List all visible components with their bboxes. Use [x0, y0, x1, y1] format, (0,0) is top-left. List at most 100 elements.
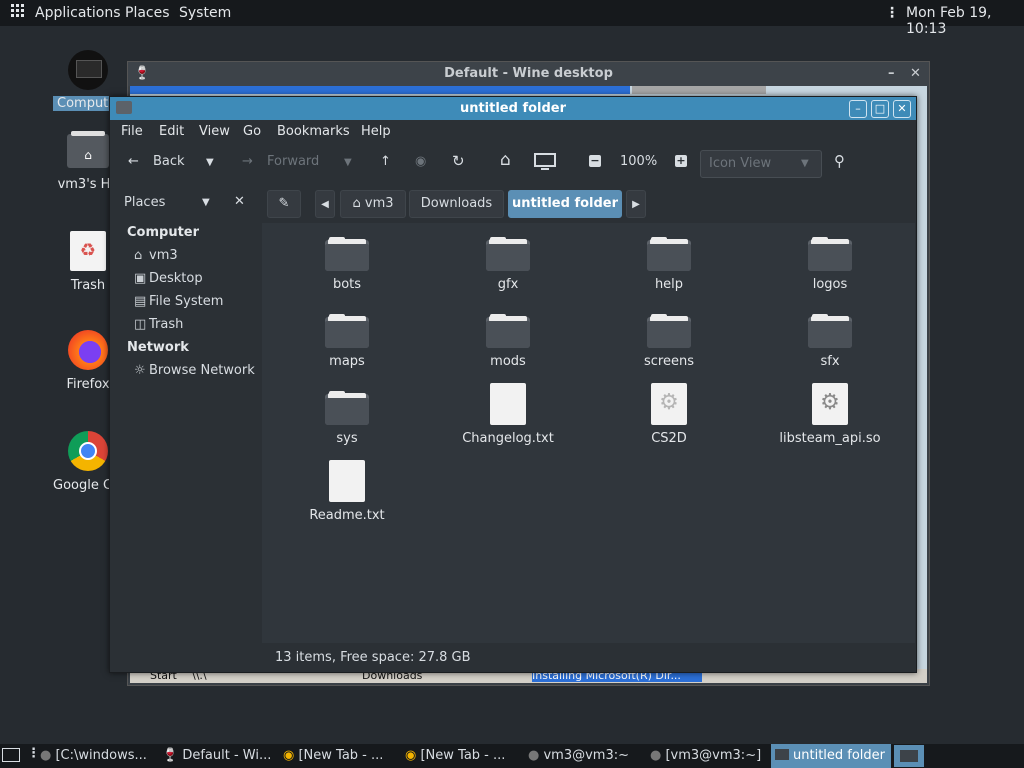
maximize-icon[interactable]: □	[871, 100, 889, 118]
folder-item-mods[interactable]: mods	[438, 314, 578, 369]
chevron-down-icon[interactable]: ▼	[202, 197, 210, 208]
chrome-icon	[68, 431, 108, 471]
sidebar-item-label: Desktop	[149, 271, 203, 286]
file-name: gfx	[497, 277, 519, 292]
taskbar-item-active[interactable]: untitled folder	[771, 744, 891, 768]
breadcrumb-vm3[interactable]: ⌂ vm3	[340, 190, 406, 218]
taskbar-item[interactable]: ● vm3@vm3:~	[528, 744, 645, 768]
file-item-readme[interactable]: Readme.txt	[277, 460, 417, 523]
workspace-switcher[interactable]	[894, 745, 924, 767]
home-icon[interactable]: ⌂	[500, 150, 511, 170]
folder-item-logos[interactable]: logos	[760, 237, 900, 292]
menu-view[interactable]: View	[199, 124, 230, 139]
menu-go[interactable]: Go	[243, 124, 261, 139]
taskbar-item[interactable]: ◉ [New Tab - ...	[283, 744, 400, 768]
grid-icon[interactable]	[11, 4, 25, 22]
menu-edit[interactable]: Edit	[159, 124, 184, 139]
forward-button: Forward	[267, 154, 320, 169]
reload-icon[interactable]: ↻	[452, 152, 465, 170]
file-manager-window[interactable]: untitled folder – □ ✕ File Edit View Go …	[109, 96, 917, 673]
computer-icon[interactable]	[534, 153, 556, 175]
folder-item-bots[interactable]: bots	[277, 237, 417, 292]
taskbar-label: [New Tab - ...	[420, 748, 506, 763]
menu-bookmarks[interactable]: Bookmarks	[277, 124, 350, 139]
file-item-cs2d[interactable]: ⚙ CS2D	[599, 383, 739, 446]
places-selector[interactable]: Places	[124, 195, 165, 210]
search-icon[interactable]: ⚲	[834, 152, 845, 170]
breadcrumb-left-arrow[interactable]: ◀	[315, 190, 335, 218]
edit-location-button[interactable]: ✎	[267, 190, 301, 218]
places-label: Places	[124, 195, 166, 210]
folder-item-gfx[interactable]: gfx	[438, 237, 578, 292]
file-view[interactable]: bots gfx help logos maps mods screens sf…	[262, 223, 915, 643]
clock[interactable]: Mon Feb 19, 10:13	[906, 5, 1024, 37]
folder-icon	[325, 237, 369, 271]
file-name: sys	[336, 431, 358, 446]
minimize-icon[interactable]: –	[849, 100, 867, 118]
zoom-in-icon[interactable]: +	[675, 155, 687, 167]
menu-places[interactable]: Places	[125, 5, 170, 21]
menu-applications[interactable]: Applications	[35, 5, 121, 21]
menu-system[interactable]: System	[179, 5, 231, 21]
home-folder-icon: ⌂	[67, 131, 109, 168]
taskbar-item[interactable]: ◉ [New Tab - ...	[405, 744, 522, 768]
zoom-out-icon[interactable]: −	[589, 155, 601, 167]
taskbar-item[interactable]: ● [vm3@vm3:~]	[650, 744, 767, 768]
breadcrumb-downloads[interactable]: Downloads	[409, 190, 504, 218]
close-icon[interactable]: ✕	[910, 62, 921, 86]
desktop-icon: ▣	[134, 271, 147, 286]
kebab-menu-icon[interactable]: ⋮	[885, 5, 899, 21]
taskbar-item[interactable]: ● [C:\windows...	[40, 744, 158, 768]
status-text: 13 items, Free space: 27.8 GB	[275, 650, 471, 665]
file-name: CS2D	[651, 431, 687, 446]
wine-titlebar[interactable]: 🍷 Default - Wine desktop – ✕	[128, 62, 929, 86]
chevron-down-icon: ▼	[801, 158, 809, 169]
folder-item-help[interactable]: help	[599, 237, 739, 292]
view-mode-select[interactable]: Icon View ▼	[700, 150, 822, 178]
breadcrumb-label: untitled folder	[511, 196, 619, 211]
close-icon[interactable]: ✕	[234, 194, 245, 209]
file-name: help	[654, 277, 684, 292]
chevron-down-icon[interactable]: ▼	[206, 157, 214, 168]
chevron-right-icon: ▶	[632, 199, 640, 210]
breadcrumb-right-arrow[interactable]: ▶	[626, 190, 646, 218]
file-name: bots	[332, 277, 362, 292]
folder-item-screens[interactable]: screens	[599, 314, 739, 369]
folder-icon	[775, 749, 789, 760]
up-arrow-icon[interactable]: ↑	[380, 154, 391, 169]
minimize-icon[interactable]: –	[888, 62, 895, 86]
drag-handle-icon[interactable]: ⋮	[27, 746, 40, 761]
sidebar-item-browse-network[interactable]: ☼ Browse Network	[134, 363, 255, 378]
forward-arrow-icon: →	[242, 154, 253, 169]
taskbar-item[interactable]: 🍷 Default - Wi...	[162, 744, 278, 768]
menu-help[interactable]: Help	[361, 124, 391, 139]
sidebar-item-trash[interactable]: ◫ Trash	[134, 317, 183, 332]
file-item-libsteam[interactable]: ⚙ libsteam_api.so	[760, 383, 900, 446]
back-button[interactable]: Back	[153, 154, 185, 169]
titlebar[interactable]: untitled folder – □ ✕	[110, 97, 916, 120]
wine-icon: 🍷	[134, 66, 151, 81]
folder-item-sfx[interactable]: sfx	[760, 314, 900, 369]
menu-file[interactable]: File	[121, 124, 143, 139]
folder-icon	[486, 237, 530, 271]
sidebar-item-file-system[interactable]: ▤ File System	[134, 294, 223, 309]
back-arrow-icon[interactable]: ←	[128, 154, 139, 169]
show-desktop-icon[interactable]	[2, 748, 20, 762]
sidebar-header-computer: Computer	[127, 225, 200, 240]
sidebar-item-label: vm3	[149, 248, 178, 263]
close-icon[interactable]: ✕	[893, 100, 911, 118]
breadcrumb-untitled-folder[interactable]: untitled folder	[508, 190, 622, 218]
breadcrumb-label: vm3	[364, 196, 394, 211]
wine-icon: 🍷	[162, 748, 179, 763]
terminal-icon: ●	[40, 748, 52, 763]
file-name: mods	[490, 354, 526, 369]
folder-item-sys[interactable]: sys	[277, 391, 417, 446]
sidebar-item-desktop[interactable]: ▣ Desktop	[134, 271, 203, 286]
file-item-changelog[interactable]: Changelog.txt	[438, 383, 578, 446]
menubar: File Edit View Go Bookmarks Help	[110, 120, 916, 144]
chevron-left-icon: ◀	[321, 199, 329, 210]
folder-item-maps[interactable]: maps	[277, 314, 417, 369]
sidebar: Computer ⌂ vm3 ▣ Desktop ▤ File System ◫ Tra…	[110, 220, 261, 670]
file-name: sfx	[820, 354, 840, 369]
sidebar-item-vm3[interactable]: ⌂ vm3	[134, 248, 178, 263]
